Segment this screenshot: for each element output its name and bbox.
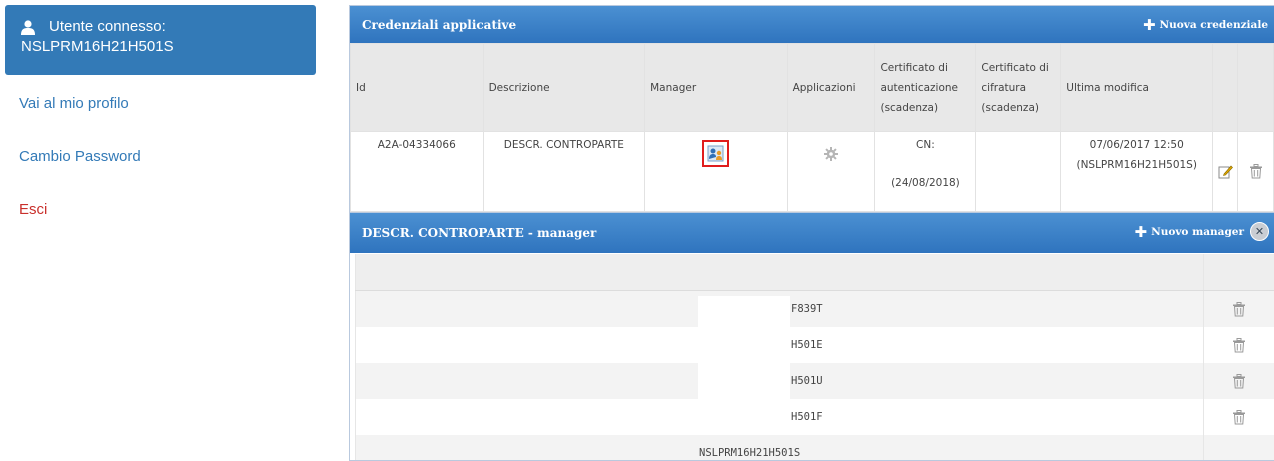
table-row: NSLPRM16H21H501S [355, 435, 1274, 460]
redaction-mask [698, 296, 790, 421]
managers-header: DESCR. CONTROPARTE - manager ✚ Nuovo man… [350, 213, 1274, 253]
auth-certificate-cell: CN: (24/08/2018) [874, 131, 977, 212]
table-row: H501F [355, 399, 1274, 435]
managers-title: DESCR. CONTROPARTE - manager [362, 226, 597, 240]
logout-link[interactable]: Esci [19, 201, 47, 218]
column-header-auth-certificate: Certificato di autenticazione (scadenza) [874, 43, 977, 132]
manager-icon [707, 145, 724, 162]
credentials-header: Credenziali applicative ✚ Nuova credenzi… [350, 6, 1274, 43]
managers-table: F839T H501E H501U H501F NSLPRM16H21H501S [355, 254, 1274, 460]
manager-code: NSLPRM16H21H501S [355, 435, 1204, 460]
auth-certificate-expiry: (24/08/2018) [891, 177, 960, 189]
column-header-last-modified: Ultima modifica [1060, 43, 1214, 132]
table-row: H501E [355, 327, 1274, 363]
table-row: H501U [355, 363, 1274, 399]
managers-panel: DESCR. CONTROPARTE - manager ✚ Nuovo man… [350, 212, 1274, 460]
applications-cell [786, 131, 876, 212]
credential-id: A2A-04334066 [350, 131, 484, 212]
connected-user-box: Utente connesso: NSLPRM16H21H501S [5, 5, 316, 75]
edit-icon[interactable] [1218, 164, 1233, 179]
profile-link[interactable]: Vai al mio profilo [19, 95, 129, 112]
credentials-panel: Credenziali applicative ✚ Nuova credenzi… [349, 5, 1274, 461]
trash-icon[interactable] [1232, 337, 1246, 353]
column-header-applications: Applicazioni [786, 43, 876, 132]
credentials-header-row: Id Descrizione Manager Applicazioni Cert… [350, 43, 1274, 132]
plus-icon: ✚ [1134, 222, 1148, 241]
last-modified-cell: 07/06/2017 12:50 (NSLPRM16H21H501S) [1060, 131, 1214, 212]
table-row: A2A-04334066 DESCR. CONTROPARTE CN: (24/… [350, 131, 1274, 212]
gear-icon[interactable] [824, 147, 839, 161]
user-icon [21, 19, 35, 35]
column-header-description: Descrizione [482, 43, 646, 132]
credentials-title: Credenziali applicative [362, 17, 517, 32]
trash-icon[interactable] [1249, 164, 1263, 179]
connected-user-code: NSLPRM16H21H501S [21, 38, 174, 55]
new-credential-button[interactable]: ✚ Nuova credenziale [1143, 6, 1268, 43]
last-modified-date: 07/06/2017 12:50 [1089, 139, 1184, 151]
column-header-cipher-certificate: Certificato di cifratura (scadenza) [975, 43, 1062, 132]
auth-certificate-cn: CN: [916, 139, 935, 151]
table-row: F839T [355, 290, 1274, 327]
change-password-link[interactable]: Cambio Password [19, 148, 141, 165]
manager-button[interactable] [702, 140, 730, 167]
manager-cell [644, 131, 788, 212]
new-manager-label: Nuovo manager [1151, 225, 1244, 238]
new-manager-button[interactable]: ✚ Nuovo manager ✕ [1135, 213, 1269, 250]
credentials-table: Id Descrizione Manager Applicazioni Cert… [350, 43, 1274, 212]
credential-description: DESCR. CONTROPARTE [482, 131, 646, 212]
trash-icon[interactable] [1232, 373, 1246, 389]
trash-icon[interactable] [1232, 409, 1246, 425]
column-header-id: Id [350, 43, 484, 132]
connected-user-label: Utente connesso: [49, 18, 166, 35]
cipher-certificate-cell [975, 131, 1062, 212]
column-header-manager: Manager [644, 43, 788, 132]
close-icon[interactable]: ✕ [1250, 222, 1269, 241]
plus-icon: ✚ [1142, 15, 1156, 34]
last-modified-user: (NSLPRM16H21H501S) [1076, 159, 1197, 171]
managers-header-row [355, 254, 1274, 291]
new-credential-label: Nuova credenziale [1159, 18, 1268, 31]
trash-icon[interactable] [1232, 301, 1246, 317]
